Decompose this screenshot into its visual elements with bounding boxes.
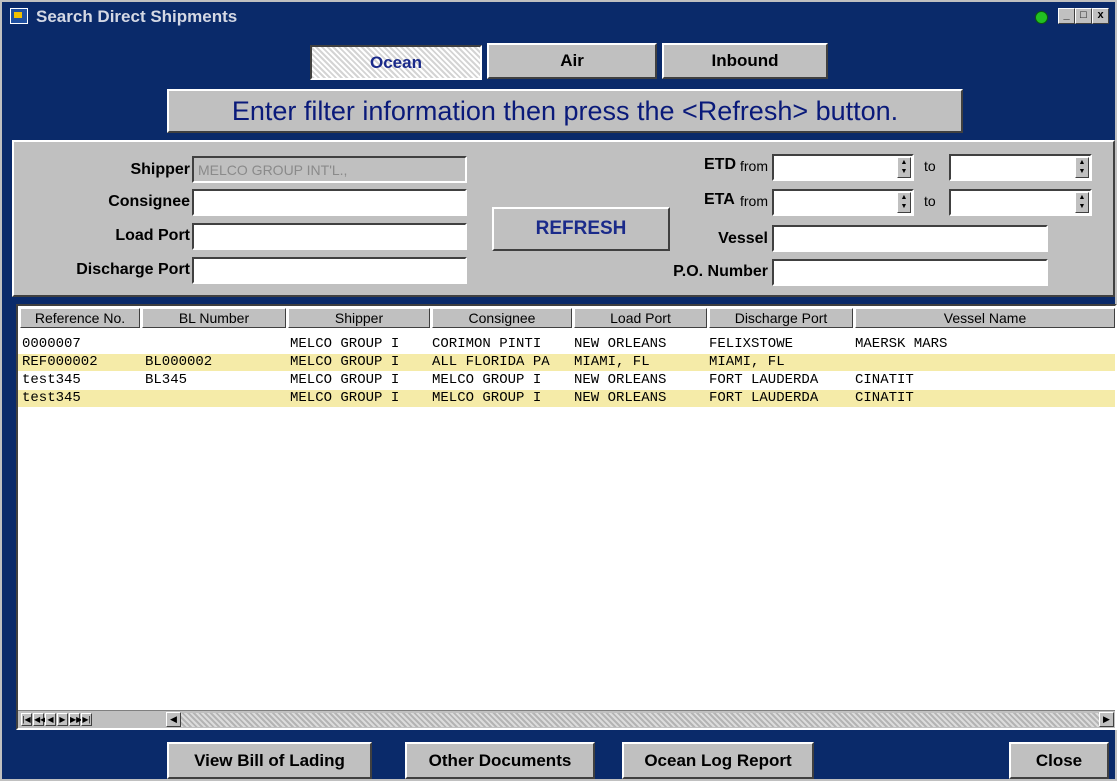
table-cell: MELCO GROUP I <box>290 372 400 388</box>
discharge-port-field[interactable] <box>192 257 467 284</box>
eta-to-spinner[interactable]: ▲ ▼ <box>1075 192 1089 213</box>
view-bill-of-lading-button[interactable]: View Bill of Lading <box>167 742 372 779</box>
table-row[interactable]: REF000002 BL000002 MELCO GROUP I ALL FLO… <box>18 354 1115 371</box>
prev-record-icon[interactable]: ◀ <box>45 713 56 726</box>
table-cell <box>855 354 1105 371</box>
table-cell: ALL FLORIDA PA <box>432 354 550 370</box>
table-cell: REF000002 <box>22 354 98 370</box>
table-cell: NEW ORLEANS <box>574 336 667 352</box>
shipper-label: Shipper <box>130 161 190 178</box>
table-cell: NEW ORLEANS <box>574 372 667 388</box>
grid-header: Reference No. BL Number Shipper Consigne… <box>18 306 1115 328</box>
eta-from-field[interactable] <box>772 189 914 216</box>
column-header-consignee[interactable]: Consignee <box>432 308 572 328</box>
po-number-field[interactable] <box>772 259 1048 286</box>
eta-from-spinner[interactable]: ▲ ▼ <box>897 192 911 213</box>
etd-from-spinner[interactable]: ▲ ▼ <box>897 157 911 178</box>
eta-to-field[interactable] <box>949 189 1092 216</box>
vessel-field[interactable] <box>772 225 1048 252</box>
column-header-shipper[interactable]: Shipper <box>288 308 430 328</box>
ocean-log-report-button[interactable]: Ocean Log Report <box>622 742 814 779</box>
etd-label: ETD <box>704 156 736 173</box>
po-number-label: P.O. Number <box>673 263 768 280</box>
etd-to-label: to <box>924 158 936 174</box>
scroll-left-icon[interactable]: ◀ <box>166 712 181 727</box>
column-header-vessel-name[interactable]: Vessel Name <box>855 308 1115 328</box>
table-cell: MAERSK MARS <box>855 336 948 352</box>
table-cell: FORT LAUDERDA <box>709 390 819 406</box>
scroll-right-icon[interactable]: ▶ <box>1099 712 1114 727</box>
table-cell: FELIXSTOWE <box>709 336 794 352</box>
table-cell: NEW ORLEANS <box>574 390 667 406</box>
column-header-discharge-port[interactable]: Discharge Port <box>709 308 853 328</box>
close-window-button[interactable]: x <box>1092 8 1109 24</box>
table-cell: MELCO GROUP I <box>290 336 400 352</box>
grid-footer-scrollbar: |◀ ◀◀ ◀ ▶ ▶▶ ▶| ◀ ▶ <box>18 710 1115 728</box>
discharge-port-label: Discharge Port <box>76 261 190 278</box>
search-direct-shipments-window: Search Direct Shipments _ □ x Ocean Air … <box>0 0 1117 781</box>
minimize-button[interactable]: _ <box>1058 8 1075 24</box>
table-cell: MELCO GROUP I <box>432 372 542 388</box>
table-cell: MELCO GROUP I <box>290 354 400 370</box>
etd-to-field[interactable] <box>949 154 1092 181</box>
table-cell: CORIMON PINTI <box>432 336 542 352</box>
results-grid[interactable]: Reference No. BL Number Shipper Consigne… <box>16 304 1117 730</box>
consignee-field[interactable] <box>192 189 467 216</box>
consignee-label: Consignee <box>108 193 190 210</box>
eta-label: ETA <box>704 191 735 208</box>
status-indicator-icon <box>1035 11 1048 24</box>
prev-page-icon[interactable]: ◀◀ <box>33 713 46 726</box>
etd-to-spinner[interactable]: ▲ ▼ <box>1075 157 1089 178</box>
etd-from-label: from <box>740 158 768 174</box>
first-record-icon[interactable]: |◀ <box>21 713 32 726</box>
last-record-icon[interactable]: ▶| <box>81 713 92 726</box>
table-cell: FORT LAUDERDA <box>709 372 819 388</box>
table-cell <box>145 390 287 407</box>
tab-air[interactable]: Air <box>487 43 657 79</box>
column-header-load-port[interactable]: Load Port <box>574 308 707 328</box>
vessel-label: Vessel <box>718 230 768 247</box>
horizontal-scroll-track[interactable] <box>181 713 1099 727</box>
table-cell <box>145 336 287 353</box>
title-bar[interactable]: Search Direct Shipments _ □ x <box>2 2 1115 32</box>
table-cell: CINATIT <box>855 390 914 406</box>
next-record-icon[interactable]: ▶ <box>57 713 68 726</box>
table-cell: MIAMI, FL <box>574 354 650 370</box>
close-button[interactable]: Close <box>1009 742 1109 779</box>
maximize-button[interactable]: □ <box>1075 8 1092 24</box>
table-cell: test345 <box>22 372 81 388</box>
filter-panel: Shipper Consignee Load Port Discharge Po… <box>12 140 1115 297</box>
window-title: Search Direct Shipments <box>36 7 238 26</box>
table-row[interactable]: 0000007 MELCO GROUP I CORIMON PINTI NEW … <box>18 336 1115 353</box>
next-page-icon[interactable]: ▶▶ <box>69 713 82 726</box>
table-cell: MELCO GROUP I <box>290 390 400 406</box>
table-cell: BL345 <box>145 372 188 388</box>
other-documents-button[interactable]: Other Documents <box>405 742 595 779</box>
shipper-field[interactable] <box>192 156 467 183</box>
eta-from-label: from <box>740 193 768 209</box>
table-cell: CINATIT <box>855 372 914 388</box>
etd-from-field[interactable] <box>772 154 914 181</box>
instruction-banner: Enter filter information then press the … <box>167 89 963 133</box>
tab-inbound[interactable]: Inbound <box>662 43 828 79</box>
column-header-bl-number[interactable]: BL Number <box>142 308 286 328</box>
table-cell: test345 <box>22 390 81 406</box>
table-cell: BL000002 <box>145 354 213 370</box>
table-row[interactable]: test345 BL345 MELCO GROUP I MELCO GROUP … <box>18 372 1115 389</box>
eta-to-label: to <box>924 193 936 209</box>
table-row[interactable]: test345 MELCO GROUP I MELCO GROUP I NEW … <box>18 390 1115 407</box>
table-cell: 0000007 <box>22 336 81 352</box>
table-cell: MELCO GROUP I <box>432 390 542 406</box>
load-port-label: Load Port <box>115 227 190 244</box>
load-port-field[interactable] <box>192 223 467 250</box>
app-icon <box>10 8 28 24</box>
table-cell: MIAMI, FL <box>709 354 785 370</box>
tab-ocean[interactable]: Ocean <box>310 45 482 80</box>
column-header-reference-no[interactable]: Reference No. <box>20 308 140 328</box>
